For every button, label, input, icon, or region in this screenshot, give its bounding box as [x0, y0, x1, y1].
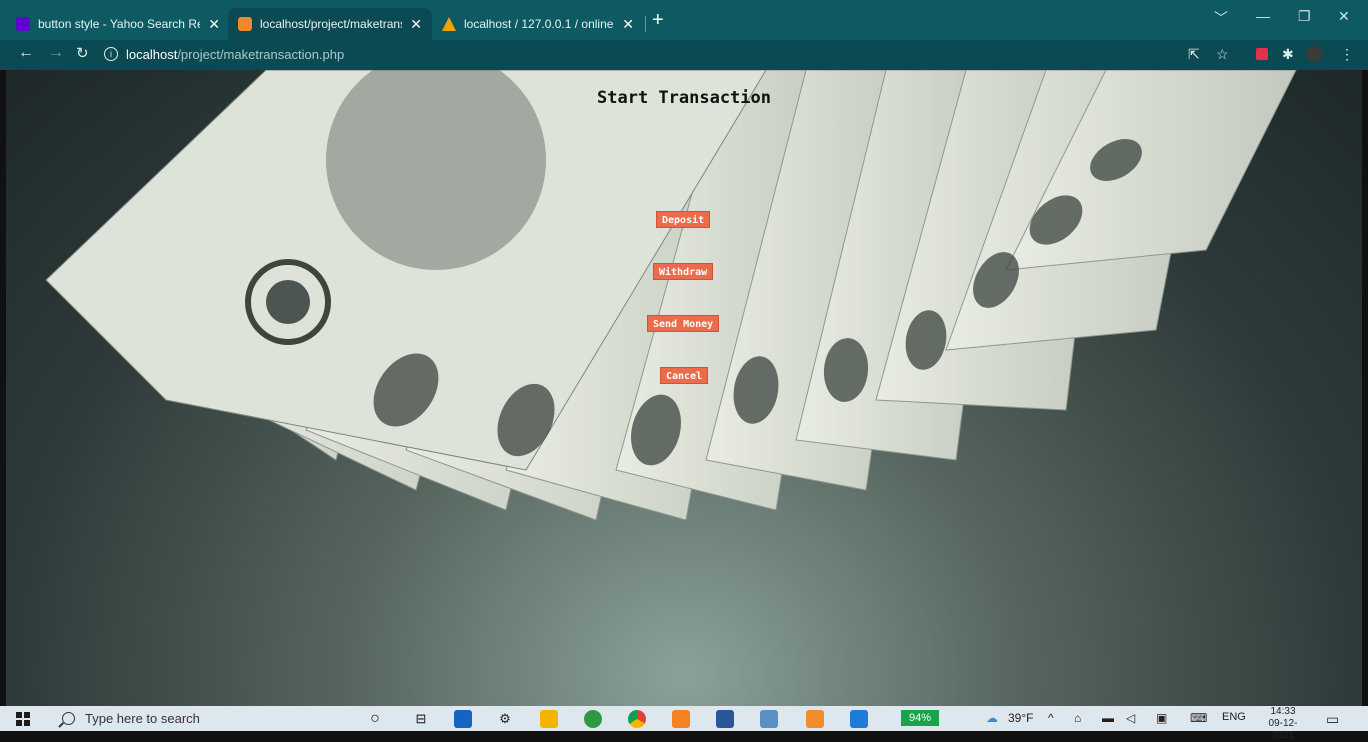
- keyboard-icon[interactable]: ⌨: [1190, 711, 1207, 725]
- windows-taskbar: Type here to search ○ ⊟ ⚙ 94% ☁ 39°F ^ ⌂…: [0, 706, 1368, 741]
- minimize-button[interactable]: —: [1256, 8, 1270, 24]
- settings-gear-icon[interactable]: ⚙: [496, 710, 514, 728]
- tab-title: localhost / 127.0.0.1 / online ban: [464, 17, 614, 31]
- tab-maketransaction[interactable]: localhost/project/maketransactio ✕: [228, 8, 432, 40]
- url-host: localhost: [126, 46, 178, 62]
- cortana-icon[interactable]: ○: [366, 710, 384, 728]
- whatsapp-icon[interactable]: [584, 710, 602, 728]
- tab-yahoo-search[interactable]: button style - Yahoo Search Resu ✕: [6, 8, 230, 40]
- network-icon[interactable]: ⌂: [1074, 711, 1081, 725]
- pocket-extension-icon[interactable]: [1256, 48, 1268, 60]
- tab-title: localhost/project/maketransactio: [260, 17, 402, 31]
- send-money-button[interactable]: Send Money: [647, 315, 720, 332]
- browser-toolbar: ← → ↻ i localhost/project/maketransactio…: [0, 40, 1368, 70]
- browser-tab-strip: button style - Yahoo Search Resu ✕ local…: [0, 0, 1368, 40]
- show-hidden-icons-chevron[interactable]: ^: [1048, 711, 1054, 725]
- sublime-text-icon[interactable]: [672, 710, 690, 728]
- yahoo-favicon-icon: [16, 17, 30, 31]
- money-fan-background: [45, 70, 1297, 521]
- banknote-fan: [45, 70, 1297, 521]
- notification-app-icon[interactable]: ▣: [1156, 711, 1167, 725]
- photos-icon[interactable]: [850, 710, 868, 728]
- tab-title: button style - Yahoo Search Resu: [38, 17, 201, 31]
- search-icon: [62, 712, 75, 725]
- bookmark-star-icon[interactable]: ☆: [1216, 46, 1229, 63]
- new-tab-button[interactable]: +: [652, 10, 664, 30]
- file-explorer-icon[interactable]: [540, 710, 558, 728]
- back-arrow-icon[interactable]: ←: [18, 44, 34, 62]
- battery-icon[interactable]: ▬: [1102, 711, 1114, 725]
- address-bar[interactable]: i localhost/project/maketransaction.php: [104, 43, 1164, 65]
- taskbar-search-placeholder: Type here to search: [85, 711, 200, 726]
- volume-icon[interactable]: ◁: [1126, 711, 1135, 725]
- close-window-button[interactable]: ✕: [1338, 8, 1350, 25]
- task-view-icon[interactable]: ⊟: [412, 710, 430, 728]
- tab-separator: [645, 16, 646, 32]
- deposit-button[interactable]: Deposit: [656, 211, 711, 228]
- clock-date: 09-12-2021: [1268, 718, 1298, 741]
- notepad-icon[interactable]: [760, 710, 778, 728]
- battery-indicator[interactable]: 94%: [901, 710, 939, 726]
- action-center-icon[interactable]: ▭: [1326, 711, 1339, 728]
- close-tab-icon[interactable]: ✕: [208, 16, 220, 33]
- menu-kebab-icon[interactable]: ⋮: [1340, 46, 1354, 63]
- share-icon[interactable]: ⇱: [1188, 46, 1200, 63]
- tab-phpmyadmin[interactable]: localhost / 127.0.0.1 / online ban ✕: [432, 8, 644, 40]
- forward-arrow-icon[interactable]: →: [48, 44, 64, 62]
- taskbar-search-box[interactable]: Type here to search: [48, 706, 358, 731]
- close-tab-icon[interactable]: ✕: [622, 16, 634, 33]
- store-icon[interactable]: [454, 710, 472, 728]
- profile-avatar[interactable]: [1306, 46, 1322, 62]
- windows-start-icon[interactable]: [16, 712, 30, 726]
- cancel-button[interactable]: Cancel: [660, 367, 709, 384]
- tab-search-chevron-icon[interactable]: ﹀: [1214, 8, 1228, 28]
- site-info-icon[interactable]: i: [104, 47, 118, 61]
- clock-time: 14:33: [1270, 706, 1296, 717]
- phpmyadmin-favicon-icon: [442, 17, 456, 31]
- xampp-favicon-icon: [238, 17, 252, 31]
- withdraw-button[interactable]: Withdraw: [653, 263, 714, 280]
- url-path: /project/maketransaction.php: [177, 46, 345, 62]
- restore-button[interactable]: ❐: [1298, 8, 1311, 25]
- system-clock[interactable]: 14:33 09-12-2021: [1260, 706, 1306, 742]
- transaction-page: Start Transaction Deposit Withdraw Send …: [6, 70, 1362, 706]
- chrome-icon[interactable]: [628, 710, 646, 728]
- weather-temperature[interactable]: 39°F: [1008, 711, 1033, 725]
- word-icon[interactable]: [716, 710, 734, 728]
- extensions-puzzle-icon[interactable]: ✱: [1282, 46, 1294, 63]
- xampp-icon[interactable]: [806, 710, 824, 728]
- reload-icon[interactable]: ↻: [76, 44, 89, 62]
- close-tab-icon[interactable]: ✕: [410, 16, 422, 33]
- language-indicator[interactable]: ENG: [1222, 711, 1246, 723]
- weather-cloud-icon[interactable]: ☁: [986, 711, 998, 725]
- page-title: Start Transaction: [597, 88, 771, 108]
